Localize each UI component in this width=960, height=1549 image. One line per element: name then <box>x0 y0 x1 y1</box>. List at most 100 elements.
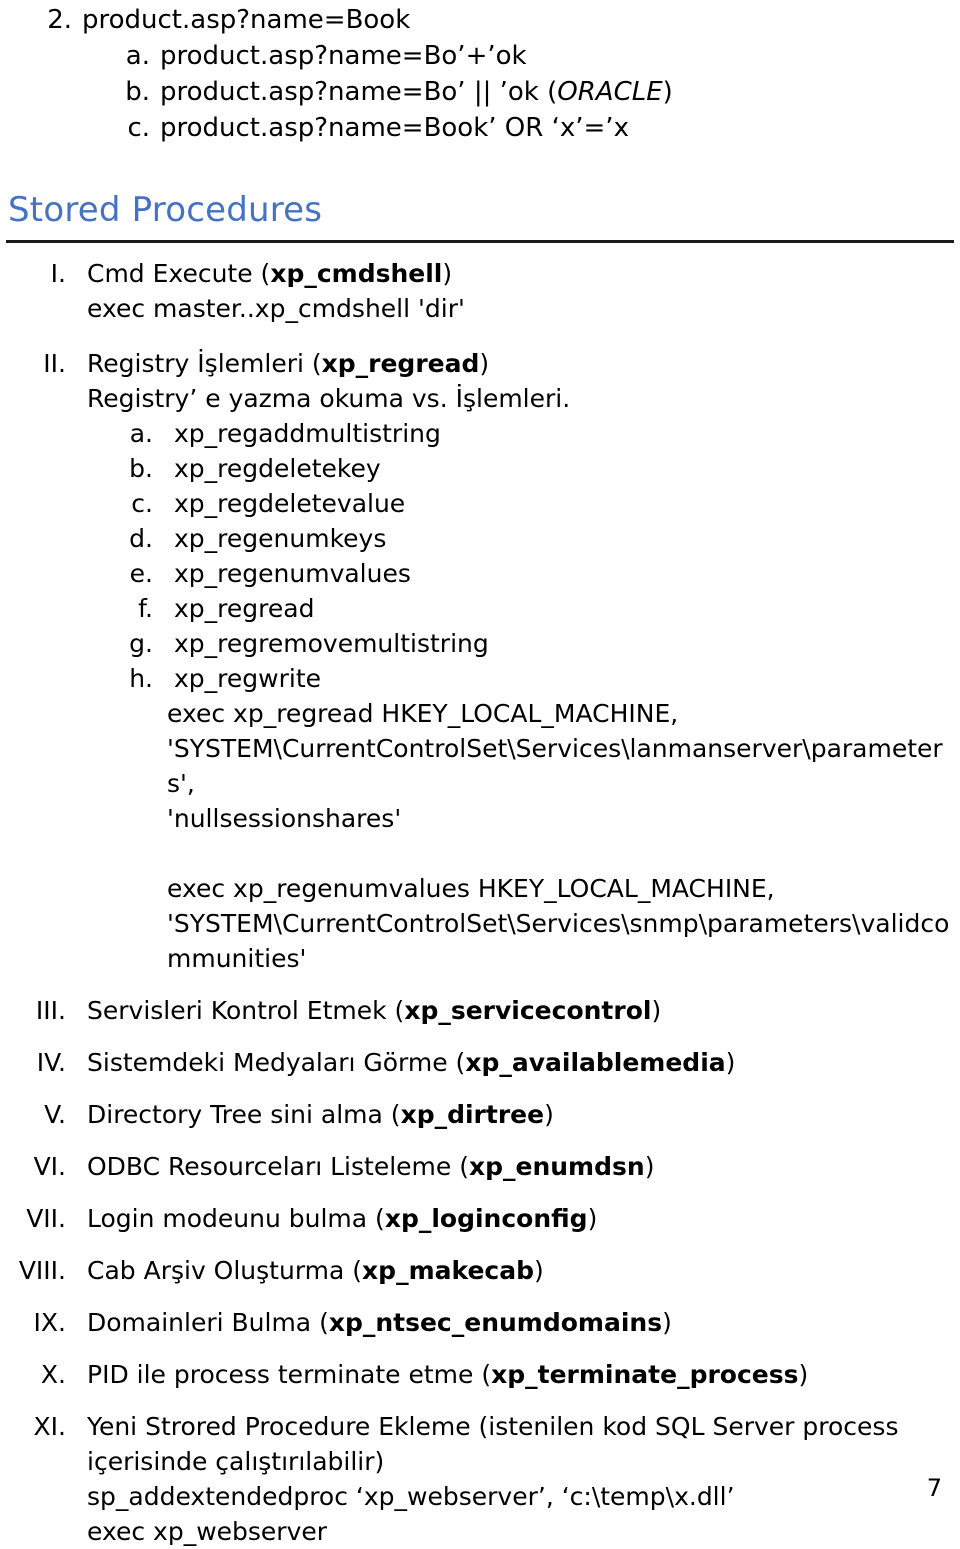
list-marker: X. <box>40 1360 66 1389</box>
sub-list: a. product.asp?name=Bo’+’ok b. product.a… <box>0 38 940 146</box>
list-item-text: product.asp?name=Bo’ || ’ok (ORACLE) <box>160 74 940 110</box>
list-item-text: xp_regremovemultistring <box>174 629 489 658</box>
list-item: h. xp_regwrite <box>87 661 950 696</box>
stored-procedures-list: I. Cmd Execute (xp_cmdshell) exec master… <box>0 256 950 1549</box>
list-item: a. xp_regaddmultistring <box>87 416 950 451</box>
list-marker: VIII. <box>18 1256 66 1285</box>
list-item: c. product.asp?name=Book’ OR ‘x’=’x <box>0 110 940 146</box>
list-item-text: xp_regenumvalues <box>174 559 411 588</box>
title-suffix: ) <box>798 1360 809 1389</box>
procedure-description: Registry’ e yazma okuma vs. İşlemleri. <box>87 384 571 413</box>
list-marker: IX. <box>33 1308 66 1337</box>
procedure-title: Directory Tree sini alma (xp_dirtree) <box>87 1097 950 1132</box>
list-marker: IV. <box>36 1048 66 1077</box>
list-item: c. xp_regdeletevalue <box>87 486 950 521</box>
list-marker: 2. <box>47 5 72 35</box>
list-marker: e. <box>129 559 153 588</box>
registry-procedure-sub-list: a. xp_regaddmultistring b. xp_regdeletek… <box>87 416 950 696</box>
procedure-name: xp_cmdshell <box>270 259 443 288</box>
list-item: f. xp_regread <box>87 591 950 626</box>
list-item-text: xp_regdeletevalue <box>174 489 406 518</box>
procedure-title: Cab Arşiv Oluşturma (xp_makecab) <box>87 1253 950 1288</box>
list-marker: c. <box>127 113 150 143</box>
procedure-name: xp_terminate_process <box>491 1360 799 1389</box>
list-item: a. product.asp?name=Bo’+’ok <box>0 38 940 74</box>
list-item: I. Cmd Execute (xp_cmdshell) exec master… <box>0 256 950 326</box>
list-item-text: xp_regwrite <box>174 664 321 693</box>
list-item: 2. product.asp?name=Book <box>0 2 940 38</box>
list-item-text: product.asp?name=Book’ OR ‘x’=’x <box>160 113 629 143</box>
list-marker: I. <box>50 259 66 288</box>
list-item-body: Yeni Strored Procedure Ekleme (istenilen… <box>87 1409 950 1549</box>
procedure-title: Domainleri Bulma (xp_ntsec_enumdomains) <box>87 1305 950 1340</box>
list-marker: a. <box>129 419 153 448</box>
list-item: V. Directory Tree sini alma (xp_dirtree) <box>0 1097 950 1132</box>
list-item-text: product.asp?name=Book <box>82 5 411 35</box>
list-item-text: product.asp?name=Bo’+’ok <box>160 41 527 71</box>
procedure-name: xp_availablemedia <box>465 1048 726 1077</box>
title-prefix: Cmd Execute ( <box>87 259 271 288</box>
page-number: 7 <box>926 1474 942 1502</box>
list-marker: b. <box>125 77 150 107</box>
list-item: g. xp_regremovemultistring <box>87 626 950 661</box>
list-marker: II. <box>43 349 66 378</box>
list-item-text: xp_regdeletekey <box>174 454 381 483</box>
list-marker: c. <box>131 489 153 518</box>
title-prefix: PID ile process terminate etme ( <box>87 1360 492 1389</box>
title-suffix: ) <box>479 349 490 378</box>
list-marker: h. <box>129 664 153 693</box>
list-item: e. xp_regenumvalues <box>87 556 950 591</box>
document-page: 2. product.asp?name=Book a. product.asp?… <box>0 0 960 1546</box>
title-prefix: Login modeunu bulma ( <box>87 1204 385 1233</box>
list-item-text: xp_regenumkeys <box>174 524 387 553</box>
title-suffix: ) <box>725 1048 736 1077</box>
list-marker: a. <box>125 41 150 71</box>
webserver-exec-example: exec xp_webserver <box>87 1517 328 1546</box>
text-after-italic: ) <box>662 77 673 107</box>
title-prefix: Registry İşlemleri ( <box>87 349 322 378</box>
procedure-title: Registry İşlemleri (xp_regread) <box>87 346 950 381</box>
list-item: III. Servisleri Kontrol Etmek (xp_servic… <box>0 993 950 1028</box>
text-before-italic: product.asp?name=Bo’ || ’ok ( <box>160 77 558 107</box>
italic-dbms-name: ORACLE <box>557 77 663 107</box>
list-marker: III. <box>35 996 66 1025</box>
title-suffix: ) <box>644 1152 655 1181</box>
title-prefix: Servisleri Kontrol Etmek ( <box>87 996 405 1025</box>
title-prefix: ODBC Resourceları Listeleme ( <box>87 1152 469 1181</box>
list-item: XI. Yeni Strored Procedure Ekleme (isten… <box>0 1409 950 1549</box>
list-marker: d. <box>129 524 153 553</box>
procedure-title: Login modeunu bulma (xp_loginconfig) <box>87 1201 950 1236</box>
procedure-name: xp_ntsec_enumdomains <box>328 1308 663 1337</box>
list-item: VI. ODBC Resourceları Listeleme (xp_enum… <box>0 1149 950 1184</box>
list-item-text: xp_regaddmultistring <box>174 419 441 448</box>
title-prefix: Domainleri Bulma ( <box>87 1308 329 1337</box>
procedure-name: xp_loginconfig <box>384 1204 588 1233</box>
page-title: Stored Procedures <box>8 190 323 230</box>
procedure-name: xp_enumdsn <box>468 1152 645 1181</box>
heading-divider <box>6 240 954 243</box>
procedure-title: Cmd Execute (xp_cmdshell) <box>87 256 950 291</box>
procedure-title: ODBC Resourceları Listeleme (xp_enumdsn) <box>87 1149 950 1184</box>
list-marker: b. <box>129 454 153 483</box>
title-prefix: Sistemdeki Medyaları Görme ( <box>87 1048 466 1077</box>
list-item: VIII. Cab Arşiv Oluşturma (xp_makecab) <box>0 1253 950 1288</box>
list-item: VII. Login modeunu bulma (xp_loginconfig… <box>0 1201 950 1236</box>
procedure-name: xp_servicecontrol <box>404 996 652 1025</box>
addextendedproc-example: sp_addextendedproc ‘xp_webserver’, ‘c:\t… <box>87 1482 735 1511</box>
procedure-title: Yeni Strored Procedure Ekleme (istenilen… <box>87 1412 899 1476</box>
procedure-name: xp_dirtree <box>400 1100 545 1129</box>
procedure-title: Servisleri Kontrol Etmek (xp_servicecont… <box>87 993 950 1028</box>
title-prefix: Cab Arşiv Oluşturma ( <box>87 1256 363 1285</box>
list-item: b. product.asp?name=Bo’ || ’ok (ORACLE) <box>0 74 940 110</box>
title-prefix: Directory Tree sini alma ( <box>87 1100 401 1129</box>
regenumvalues-example-code: exec xp_regenumvalues HKEY_LOCAL_MACHINE… <box>167 874 950 973</box>
list-marker: g. <box>129 629 153 658</box>
title-suffix: ) <box>662 1308 672 1337</box>
list-item-body: Cmd Execute (xp_cmdshell) exec master..x… <box>87 256 950 326</box>
list-item: X. PID ile process terminate etme (xp_te… <box>0 1357 950 1392</box>
title-suffix: ) <box>442 259 453 288</box>
list-item: II. Registry İşlemleri (xp_regread) Regi… <box>0 346 950 976</box>
procedure-example: exec master..xp_cmdshell 'dir' <box>87 294 465 323</box>
list-item: b. xp_regdeletekey <box>87 451 950 486</box>
procedure-name: xp_regread <box>321 349 480 378</box>
